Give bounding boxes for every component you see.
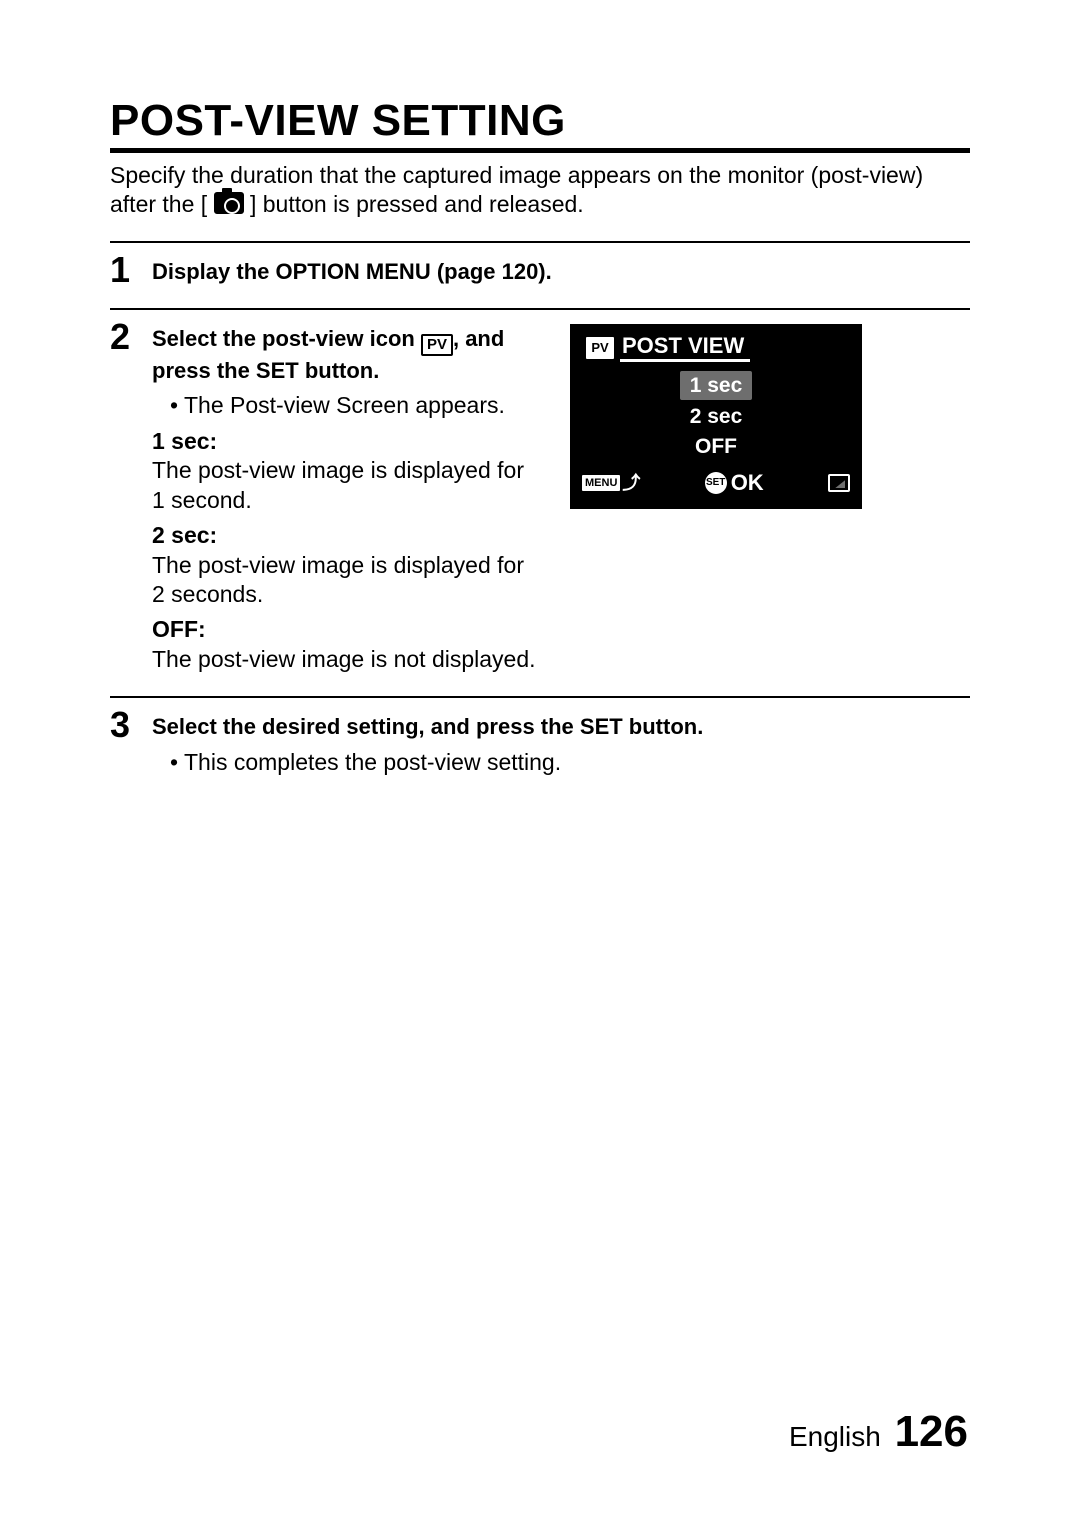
option-1sec-label: 1 sec:	[152, 427, 542, 456]
step-2: 2 Select the post-view icon PV, and pres…	[110, 310, 970, 698]
option-2sec-desc: The post-view image is displayed for 2 s…	[152, 551, 542, 610]
step-number: 1	[110, 249, 130, 291]
step-3-bullet: • This completes the post-view setting.	[170, 748, 970, 777]
pv-icon: PV	[421, 334, 453, 356]
shutter-icon	[828, 474, 850, 492]
option-2sec-label: 2 sec:	[152, 521, 542, 550]
step-number: 2	[110, 316, 130, 358]
pv-icon: PV	[586, 337, 614, 359]
intro-text: Specify the duration that the captured i…	[110, 161, 970, 243]
lcd-ok: SET OK	[705, 469, 764, 497]
manual-page: POST-VIEW SETTING Specify the duration t…	[0, 0, 1080, 1521]
page-title: POST-VIEW SETTING	[110, 96, 970, 153]
option-off-desc: The post-view image is not displayed.	[152, 645, 542, 674]
bullet-dot: •	[170, 391, 184, 420]
step-2-bullet: • The Post-view Screen appears.	[170, 391, 542, 420]
camera-icon	[214, 192, 244, 214]
intro-after: ] button is pressed and released.	[250, 191, 584, 217]
page-footer: English 126	[789, 1407, 968, 1457]
step-1: 1 Display the OPTION MENU (page 120).	[110, 243, 970, 310]
page-number: 126	[895, 1407, 968, 1456]
lcd-option-2sec: 2 sec	[572, 402, 860, 431]
footer-language: English	[789, 1421, 881, 1452]
return-arrow-icon: ⤴	[622, 472, 640, 495]
bullet-dot: •	[170, 748, 184, 777]
lcd-option-1sec: 1 sec	[680, 371, 753, 400]
step-3-heading: Select the desired setting, and press th…	[152, 714, 703, 739]
step-2-text: Select the post-view icon PV, and press …	[152, 324, 542, 674]
option-off-label: OFF:	[152, 615, 542, 644]
option-1sec-desc: The post-view image is displayed for 1 s…	[152, 456, 542, 515]
lcd-footer: MENU ⤴ SET OK	[572, 465, 860, 507]
step-3: 3 Select the desired setting, and press …	[110, 698, 970, 801]
step-1-heading: Display the OPTION MENU (page 120).	[152, 259, 552, 284]
step-2-heading: Select the post-view icon PV, and press …	[152, 326, 504, 383]
set-icon: SET	[705, 472, 727, 494]
lcd-title: POST VIEW	[620, 334, 750, 362]
lcd-options: 1 sec 2 sec OFF	[572, 364, 860, 465]
step-number: 3	[110, 704, 130, 746]
lcd-header: PV POST VIEW	[572, 326, 860, 364]
lcd-screen: PV POST VIEW 1 sec 2 sec OFF MENU ⤴	[570, 324, 862, 509]
lcd-option-off: OFF	[572, 432, 860, 461]
menu-back-icon: MENU ⤴	[582, 472, 640, 495]
